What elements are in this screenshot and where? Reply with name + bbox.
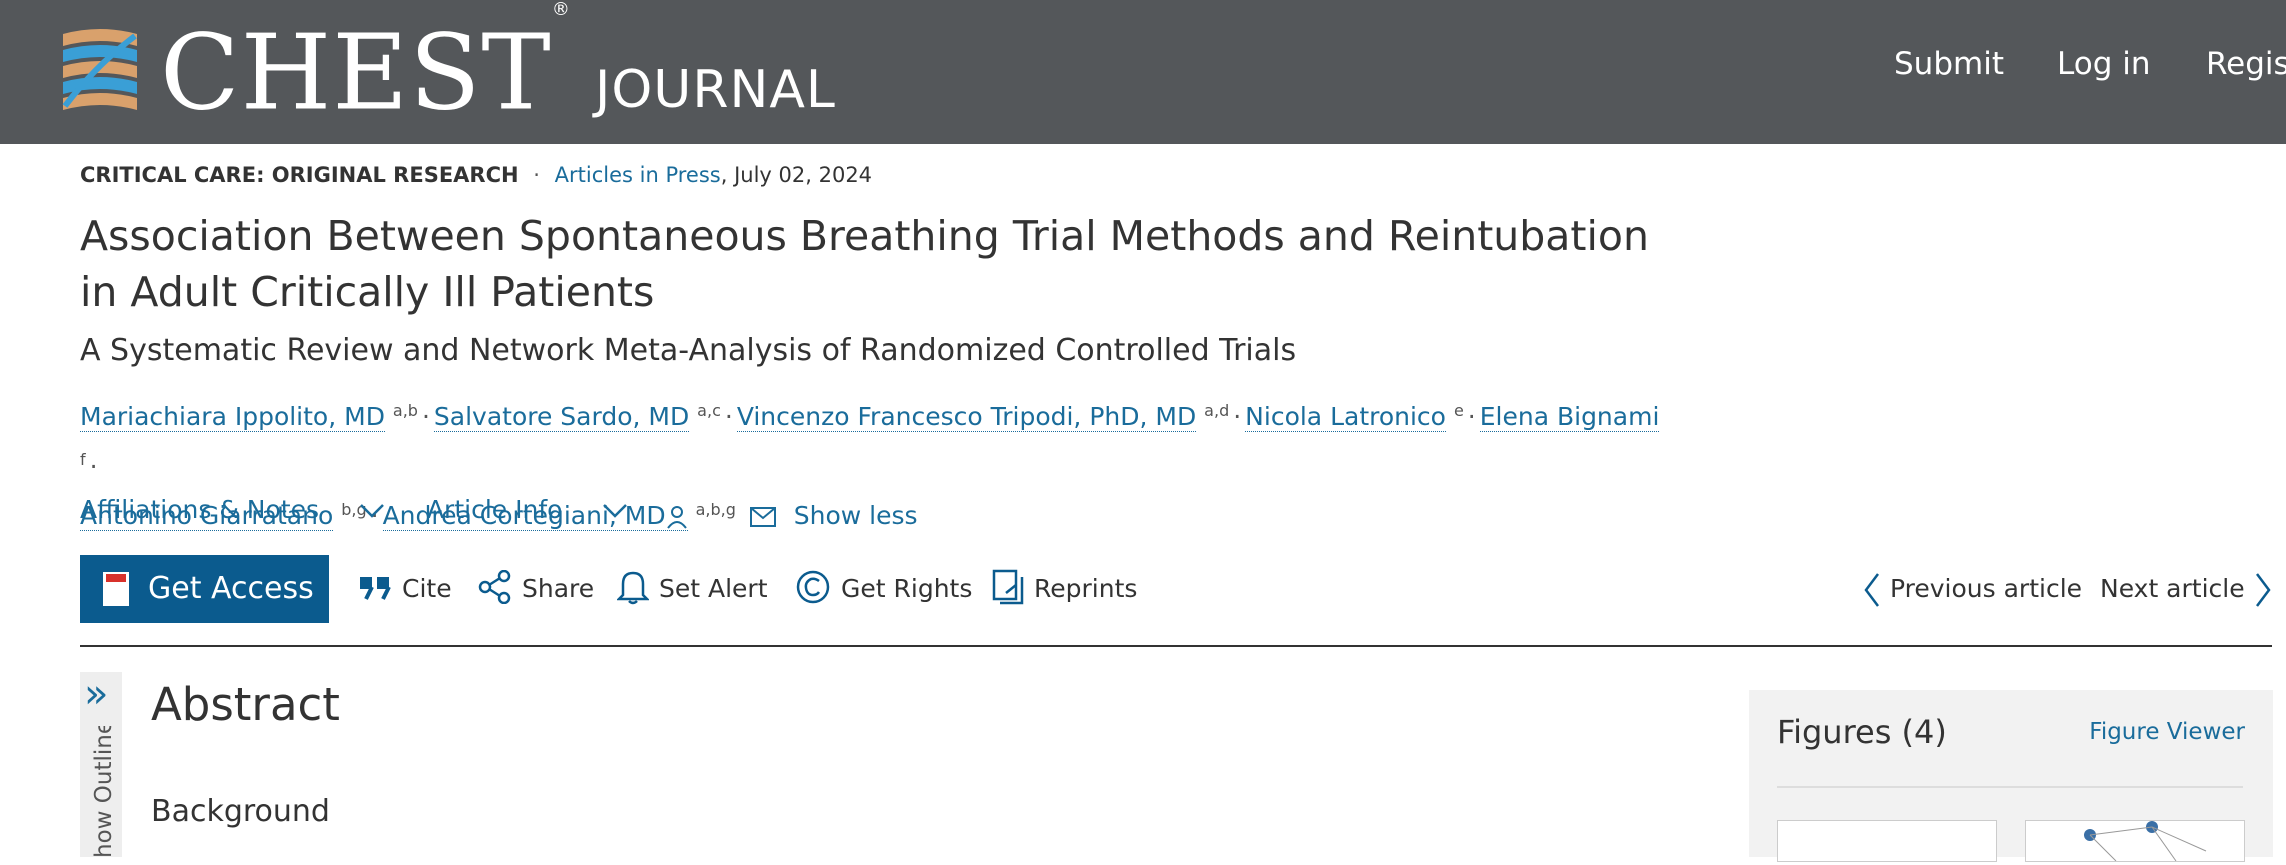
author-link[interactable]: Salvatore Sardo, MD bbox=[433, 402, 690, 433]
reprints-button[interactable]: Reprints bbox=[992, 569, 1137, 609]
author-affiliation: a,d bbox=[1204, 401, 1230, 420]
article-subtitle: A Systematic Review and Network Meta-Ana… bbox=[80, 333, 1297, 368]
next-article-label: Next article bbox=[2100, 574, 2245, 603]
person-icon bbox=[666, 505, 687, 529]
author-affiliation: e bbox=[1453, 401, 1464, 420]
author-link[interactable]: Elena Bignami bbox=[1479, 402, 1660, 433]
nav-submit[interactable]: Submit bbox=[1894, 44, 2004, 84]
author-link[interactable]: Mariachiara Ippolito, MD bbox=[80, 402, 385, 433]
article-title: Association Between Spontaneous Breathin… bbox=[80, 212, 1649, 316]
envelope-icon[interactable] bbox=[749, 506, 776, 527]
nav-register[interactable]: Regist bbox=[2206, 44, 2286, 84]
previous-article-label: Previous article bbox=[1890, 574, 2083, 603]
copyright-icon bbox=[796, 570, 830, 604]
separator: · bbox=[533, 163, 540, 187]
reprints-icon bbox=[992, 569, 1024, 605]
article-date: , July 02, 2024 bbox=[720, 163, 873, 187]
previous-article-link[interactable]: Previous article bbox=[1862, 569, 2082, 609]
next-article-link[interactable]: Next article bbox=[2100, 569, 2273, 609]
cite-button[interactable]: Cite bbox=[358, 569, 452, 609]
author-affiliation: a,b,g bbox=[695, 499, 736, 519]
set-alert-label: Set Alert bbox=[659, 574, 768, 603]
site-header: CHEST® JOURNAL Submit Log in Regist bbox=[0, 0, 2286, 144]
set-alert-button[interactable]: Set Alert bbox=[615, 569, 768, 609]
divider bbox=[1777, 786, 2243, 788]
author-link[interactable]: Vincenzo Francesco Tripodi, PhD, MD bbox=[736, 402, 1197, 433]
chevron-right-icon bbox=[2255, 573, 2271, 607]
articles-in-press-link[interactable]: Articles in Press bbox=[555, 163, 721, 187]
chevron-left-icon bbox=[1864, 573, 1879, 607]
show-outline-label[interactable]: Show Outline bbox=[90, 726, 118, 857]
share-button[interactable]: Share bbox=[478, 569, 594, 609]
get-access-button[interactable]: Get Access bbox=[80, 555, 329, 623]
get-access-label: Get Access bbox=[148, 571, 314, 606]
background-heading: Background bbox=[151, 794, 330, 829]
author-affiliation: a,b bbox=[392, 401, 418, 420]
brand-journal[interactable]: JOURNAL bbox=[595, 60, 836, 120]
article-info-toggle-label: Article Info bbox=[426, 495, 563, 524]
show-less-link[interactable]: Show less bbox=[794, 501, 918, 530]
get-rights-label: Get Rights bbox=[841, 574, 973, 603]
article-meta-line: CRITICAL CARE: ORIGINAL RESEARCH · Artic… bbox=[80, 160, 872, 190]
reprints-label: Reprints bbox=[1034, 574, 1138, 603]
bell-icon bbox=[615, 571, 651, 605]
figure-thumbnail[interactable] bbox=[1777, 820, 1997, 862]
brand-name[interactable]: CHEST® bbox=[160, 0, 571, 133]
share-label: Share bbox=[522, 574, 595, 603]
outline-label-clip: Show Outline bbox=[82, 726, 122, 857]
separator: · bbox=[89, 451, 98, 481]
affiliations-toggle-label: Affiliations & Notes bbox=[80, 495, 319, 524]
article-info-toggle[interactable]: Article Info bbox=[427, 495, 628, 524]
chest-logo-icon[interactable] bbox=[55, 26, 145, 114]
double-chevron-right-icon[interactable]: » bbox=[84, 672, 108, 716]
figure-viewer-link[interactable]: Figure Viewer bbox=[2089, 714, 2245, 750]
info-toggles: Affiliations & Notes Article Info bbox=[80, 492, 662, 528]
figures-title: Figures (4) bbox=[1777, 713, 1947, 751]
article-section: CRITICAL CARE: ORIGINAL RESEARCH bbox=[80, 163, 519, 187]
quote-icon bbox=[360, 577, 391, 600]
author-link[interactable]: Nicola Latronico bbox=[1245, 402, 1446, 433]
author-affiliation: a,c bbox=[697, 401, 721, 420]
separator: · bbox=[421, 402, 430, 432]
pdf-icon bbox=[103, 572, 129, 606]
get-rights-button[interactable]: Get Rights bbox=[795, 569, 972, 609]
nav-login[interactable]: Log in bbox=[2057, 44, 2150, 84]
affiliations-toggle[interactable]: Affiliations & Notes bbox=[80, 495, 385, 524]
author-affiliation: f bbox=[80, 450, 86, 470]
share-icon bbox=[478, 569, 511, 605]
cite-label: Cite bbox=[402, 574, 452, 603]
chevron-down-icon bbox=[603, 504, 628, 518]
abstract-heading: Abstract bbox=[151, 678, 340, 731]
separator: · bbox=[1467, 402, 1476, 432]
separator: · bbox=[724, 402, 733, 432]
figures-panel: Figures (4) Figure Viewer bbox=[1749, 690, 2273, 862]
figure-thumbnail[interactable] bbox=[2025, 820, 2245, 862]
separator: · bbox=[1233, 402, 1242, 432]
article-toolbar: Get Access Cite Share Set Alert Get Righ… bbox=[80, 555, 2272, 647]
chevron-down-icon bbox=[360, 504, 384, 518]
network-graph-icon bbox=[2084, 821, 2207, 862]
